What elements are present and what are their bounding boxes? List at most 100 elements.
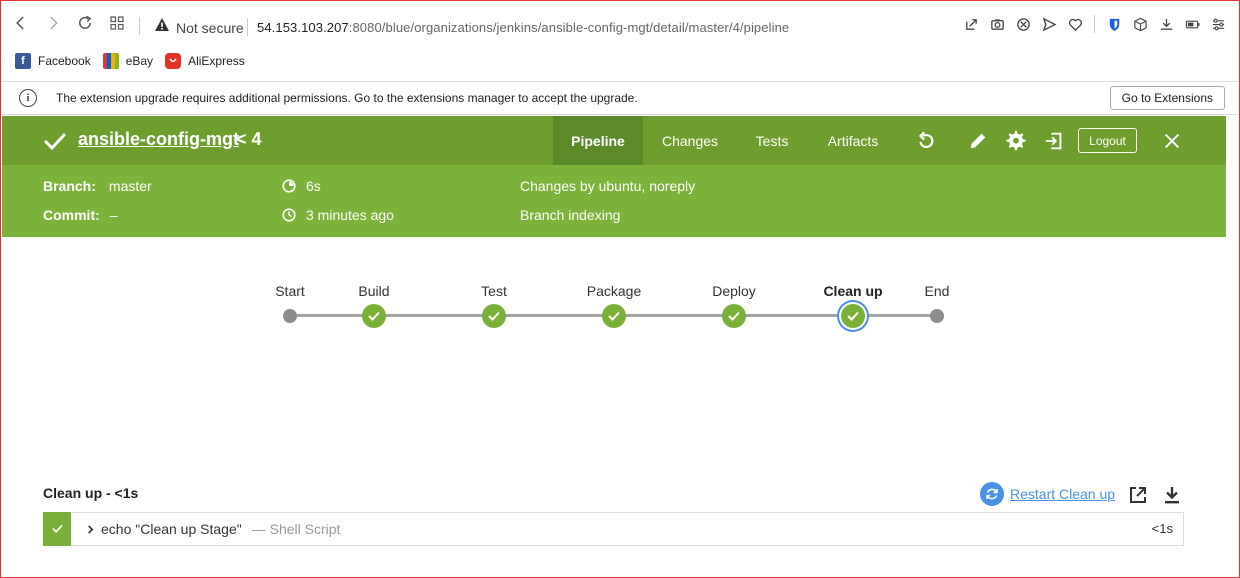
camera-icon [990, 18, 1004, 30]
exit-button[interactable] [1042, 129, 1066, 153]
cause-value: Branch indexing [520, 207, 621, 223]
stage-node-start [283, 309, 297, 323]
download-icon [1160, 18, 1172, 30]
stage-label-package[interactable]: Package [587, 283, 641, 299]
send-icon [1042, 17, 1057, 31]
bookmark-ebay[interactable]: eBay [102, 53, 153, 69]
close-button[interactable] [1160, 129, 1184, 153]
time-ago-value: 3 minutes ago [306, 207, 394, 223]
extension-infobar: i The extension upgrade requires additio… [1, 81, 1239, 115]
changes-value: Changes by ubuntu, noreply [520, 178, 696, 194]
toolbar-divider [139, 17, 140, 35]
check-icon [488, 311, 500, 321]
grid-icon [110, 16, 124, 30]
downloads-button[interactable] [1153, 13, 1179, 35]
bookmark-label: AliExpress [188, 54, 245, 68]
info-icon: i [19, 89, 37, 107]
block-icon [1016, 17, 1030, 31]
send-button[interactable] [1036, 13, 1062, 35]
ebay-icon [102, 53, 119, 69]
job-name-link[interactable]: ansible-config-mgt [78, 129, 239, 150]
tab-pipeline[interactable]: Pipeline [553, 116, 643, 165]
cube-icon [1133, 17, 1147, 31]
stage-label-deploy[interactable]: Deploy [712, 283, 756, 299]
stage-label-start: Start [275, 283, 305, 299]
bookmark-aliexpress[interactable]: AliExpress [165, 53, 245, 69]
expand-step-toggle[interactable] [83, 524, 97, 534]
stage-node-deploy[interactable] [722, 304, 746, 328]
log-step-row[interactable]: echo "Clean up Stage" — Shell Script <1s [43, 511, 1184, 546]
stage-label-test[interactable]: Test [481, 283, 507, 299]
stage-node-test[interactable] [482, 304, 506, 328]
reload-button[interactable] [73, 11, 97, 35]
gear-icon [1006, 130, 1026, 151]
settings-menu-button[interactable] [1205, 13, 1231, 35]
open-log-button[interactable] [1127, 484, 1149, 506]
step-success-badge [43, 511, 71, 546]
run-header: ansible-config-mgt < 4 Pipeline Changes … [2, 116, 1226, 165]
bookmark-facebook[interactable]: f Facebook [15, 53, 91, 69]
time-info: 3 minutes ago [282, 207, 394, 223]
check-icon [43, 132, 67, 151]
forward-button[interactable] [41, 11, 65, 35]
tab-artifacts[interactable]: Artifacts [813, 116, 893, 165]
warning-icon[interactable] [154, 17, 170, 33]
tabs-grid-button[interactable] [105, 11, 129, 35]
logout-button[interactable]: Logout [1078, 128, 1137, 153]
commit-label: Commit: [43, 207, 100, 223]
browser-toolbar: Not secure 54.153.103.207:8080/blue/orga… [1, 1, 1239, 47]
tab-changes[interactable]: Changes [649, 116, 731, 165]
address-divider [247, 18, 248, 36]
security-status[interactable]: Not secure [176, 20, 244, 36]
stage-node-end [930, 309, 944, 323]
go-to-extensions-button[interactable]: Go to Extensions [1109, 86, 1225, 110]
stage-label-build[interactable]: Build [358, 283, 389, 299]
snapshot-button[interactable] [984, 13, 1010, 35]
branch-label: Branch: [43, 178, 96, 194]
share-button[interactable] [958, 13, 984, 35]
download-log-button[interactable] [1161, 484, 1183, 506]
sliders-icon [1212, 18, 1224, 30]
restart-icon [980, 482, 1004, 506]
duration-icon [282, 179, 296, 193]
tab-tests[interactable]: Tests [741, 116, 803, 165]
rerun-button[interactable] [914, 129, 938, 153]
step-duration: <1s [1151, 521, 1173, 536]
branch-value: master [108, 178, 152, 194]
battery-icon [1185, 20, 1200, 28]
battery-button[interactable] [1179, 13, 1205, 35]
pencil-icon [970, 133, 986, 149]
bitwarden-button[interactable] [1101, 13, 1127, 35]
stage-node-build[interactable] [362, 304, 386, 328]
duration-value: 6s [306, 178, 321, 194]
stage-node-clean-up[interactable] [841, 304, 865, 328]
toolbar-actions [958, 13, 1231, 35]
changes-info: Changes by ubuntu, noreply [520, 178, 695, 194]
cause-info: Branch indexing [520, 207, 620, 223]
stage-label-clean-up[interactable]: Clean up [823, 283, 882, 299]
address-bar[interactable]: 54.153.103.207:8080/blue/organizations/j… [257, 20, 789, 35]
check-icon [847, 311, 859, 321]
facebook-icon: f [15, 53, 31, 69]
stage-label-end: End [924, 283, 950, 299]
step-command: echo "Clean up Stage" [101, 521, 242, 537]
arrow-left-icon [16, 16, 24, 30]
check-icon [608, 311, 620, 321]
run-number[interactable]: < 4 [236, 129, 262, 150]
favorites-button[interactable] [1062, 13, 1088, 35]
edit-button[interactable] [966, 129, 990, 153]
pipeline-connector [374, 314, 494, 317]
stage-title: Clean up - <1s [43, 485, 139, 501]
pipeline-connector [734, 314, 853, 317]
extension-cube-button[interactable] [1127, 13, 1153, 35]
pipeline-connector [614, 314, 734, 317]
restart-stage-link[interactable]: Restart Clean up [980, 482, 1115, 506]
back-button[interactable] [9, 11, 33, 35]
block-button[interactable] [1010, 13, 1036, 35]
stage-node-package[interactable] [602, 304, 626, 328]
pipeline-connector [494, 314, 614, 317]
reload-icon [79, 15, 92, 29]
clock-icon [282, 208, 296, 222]
step-type: — Shell Script [251, 521, 341, 537]
settings-button[interactable] [1004, 129, 1028, 153]
